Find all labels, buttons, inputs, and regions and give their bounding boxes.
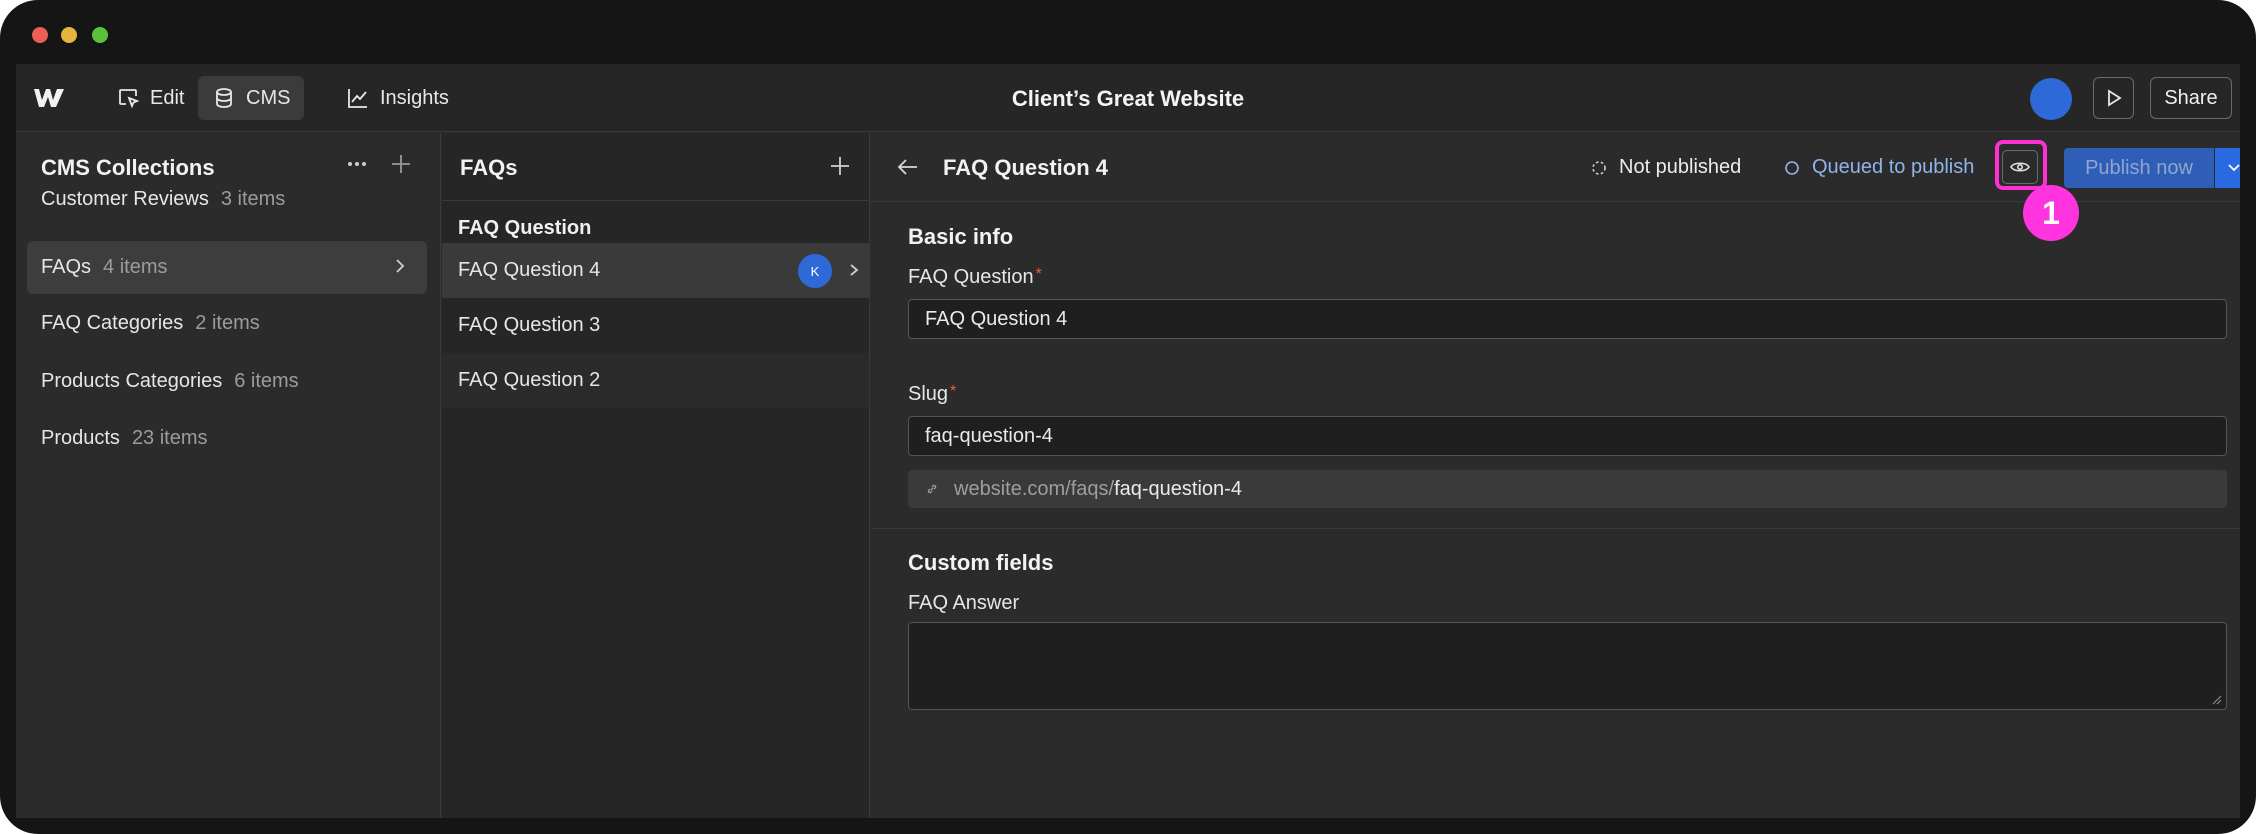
back-arrow-icon[interactable] <box>897 157 919 177</box>
list-item-label: FAQ Question 4 <box>458 259 601 281</box>
item-editor-panel: FAQ Question 4 Not published Queued to p… <box>871 133 2240 818</box>
window-titlebar <box>0 0 2256 64</box>
faq-question-input[interactable]: FAQ Question 4 <box>908 299 2227 339</box>
cursor-select-icon <box>119 89 140 109</box>
app-window: Edit CMS Insights Client’s Great Website <box>0 0 2256 834</box>
add-item-icon[interactable] <box>829 155 851 177</box>
annotation-badge: 1 <box>2023 185 2079 241</box>
status-queued: Queued to publish <box>1784 156 1974 179</box>
collection-name: FAQ Categories <box>41 312 184 334</box>
collection-count: 2 items <box>195 312 260 334</box>
faq-answer-label: FAQ Answer <box>908 592 1020 614</box>
collection-name: FAQs <box>41 256 92 278</box>
minimize-window-button[interactable] <box>61 27 77 43</box>
nav-cms-button[interactable]: CMS <box>198 76 305 120</box>
collections-panel: CMS Collections Customer Reviews 3 items… <box>16 133 441 818</box>
url-prefix: website.com/faqs/ <box>954 477 1115 500</box>
list-item[interactable]: FAQ Question 4 K <box>442 243 869 298</box>
collection-name: Products <box>41 427 120 449</box>
collections-actions <box>346 153 412 175</box>
list-item-label: FAQ Question 2 <box>458 369 601 391</box>
collection-item-faqs[interactable]: FAQs 4 items <box>27 241 427 294</box>
collection-item-faq-categories[interactable]: FAQ Categories 2 items <box>27 297 427 350</box>
collection-item-products-categories[interactable]: Products Categories 6 items <box>27 355 427 408</box>
share-button[interactable]: Share <box>2150 77 2232 119</box>
faq-answer-textarea[interactable] <box>908 622 2227 710</box>
line-chart-icon <box>348 89 367 108</box>
collection-count: 3 items <box>220 188 286 210</box>
slug-label: Slug * <box>908 383 956 406</box>
collection-count: 6 items <box>234 370 299 392</box>
list-item[interactable]: FAQ Question 2 <box>442 353 869 408</box>
play-icon <box>2107 89 2122 107</box>
more-options-icon[interactable] <box>346 153 368 175</box>
custom-fields-title: Custom fields <box>908 550 1054 575</box>
eye-icon <box>2010 162 2030 172</box>
status-not-published: Not published <box>1591 156 1741 179</box>
chevron-right-icon <box>850 264 859 276</box>
publish-now-button[interactable]: Publish now <box>2064 148 2214 188</box>
nav-edit-label: Edit <box>150 86 185 109</box>
collection-item-customer-reviews[interactable]: Customer Reviews 3 items <box>27 173 427 226</box>
nav-cms-label: CMS <box>246 86 291 109</box>
database-icon <box>216 88 232 108</box>
required-asterisk: * <box>1035 266 1042 283</box>
status-not-published-label: Not published <box>1619 156 1742 178</box>
top-nav: Edit CMS Insights Client’s Great Website <box>16 64 2240 132</box>
preview-button[interactable] <box>2093 77 2134 119</box>
zoom-window-button[interactable] <box>92 27 108 43</box>
collection-count: 23 items <box>131 427 208 449</box>
nav-insights-label: Insights <box>380 86 449 109</box>
close-window-button[interactable] <box>32 27 48 43</box>
chevron-right-icon <box>396 259 405 273</box>
user-avatar[interactable] <box>2030 78 2072 120</box>
items-list-panel: FAQs FAQ Question FAQ Question 4 K FAQ Q… <box>442 133 870 818</box>
status-queued-label: Queued to publish <box>1812 156 1975 178</box>
webflow-app: Edit CMS Insights Client’s Great Website <box>16 64 2240 818</box>
add-collection-icon[interactable] <box>390 153 412 175</box>
list-item[interactable]: FAQ Question 3 <box>442 298 869 353</box>
link-icon <box>927 484 937 494</box>
nav-insights-button[interactable]: Insights <box>332 76 463 120</box>
webflow-logo-icon[interactable] <box>32 86 66 110</box>
editor-title: FAQ Question 4 <box>943 155 1109 180</box>
collection-item-products[interactable]: Products 23 items <box>27 412 427 465</box>
collection-name: Products Categories <box>41 370 223 392</box>
slug-url-preview: website.com/faqs/faq-question-4 <box>908 470 2227 508</box>
url-slug: faq-question-4 <box>1114 477 1242 500</box>
collaborator-avatar: K <box>798 254 832 288</box>
faq-question-label: FAQ Question * <box>908 266 1042 289</box>
dashed-circle-icon <box>1592 160 1606 175</box>
nav-edit-button[interactable]: Edit <box>102 76 198 120</box>
slug-label-text: Slug <box>908 383 949 405</box>
collection-count: 4 items <box>103 256 168 278</box>
publish-options-button[interactable] <box>2215 148 2240 188</box>
slug-input[interactable]: faq-question-4 <box>908 416 2227 456</box>
chevron-down-icon <box>2228 164 2240 172</box>
items-list-header: FAQs <box>442 133 869 201</box>
collection-name: Customer Reviews <box>41 188 209 210</box>
basic-info-title: Basic info <box>908 224 1014 249</box>
resize-handle-icon[interactable] <box>2210 693 2222 705</box>
items-list-title: FAQs <box>460 155 518 180</box>
required-asterisk: * <box>950 383 957 400</box>
section-divider <box>871 528 2240 529</box>
list-item-label: FAQ Question 3 <box>458 314 601 336</box>
circle-icon <box>1785 160 1799 175</box>
faq-question-label-text: FAQ Question <box>908 266 1034 288</box>
editor-header: FAQ Question 4 Not published Queued to p… <box>871 133 2240 241</box>
preview-item-button[interactable] <box>2002 150 2038 184</box>
